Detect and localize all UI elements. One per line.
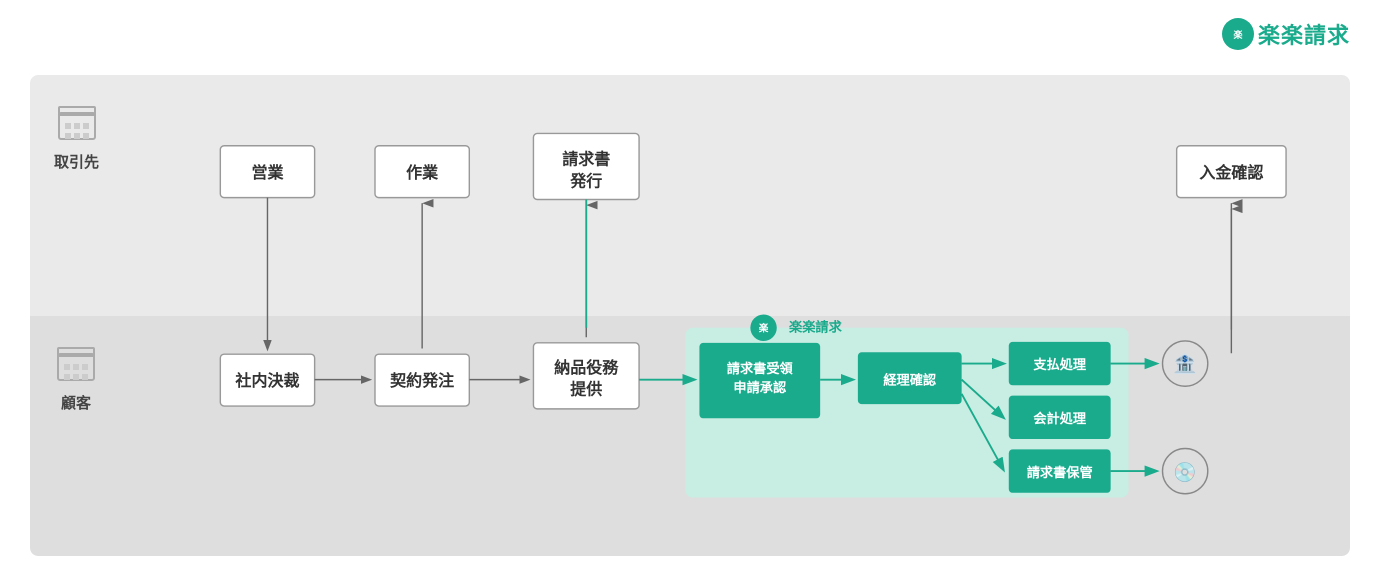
logo-area: 楽 楽楽請求 [1222, 18, 1350, 50]
seikyusho-hakko-label1: 請求書 [562, 150, 610, 169]
archive-icon: 💿 [1173, 461, 1196, 484]
diagram-wrapper: 取引先 顧客 営業 作業 請求書 発行 入金確認 [30, 75, 1350, 556]
seikyusho-hakko-label2: 発行 [569, 171, 602, 190]
hokan-label: 請求書保管 [1027, 464, 1093, 480]
juryo-label1: 請求書受領 [727, 360, 794, 376]
eigyo-label: 営業 [251, 163, 284, 182]
flow-svg: 営業 作業 請求書 発行 入金確認 社内決裁 契約発注 納品役務 提供 楽 楽楽… [30, 75, 1350, 556]
kaikei-label: 会計処理 [1033, 410, 1086, 426]
keiri-label: 経理確認 [883, 371, 937, 387]
juryo-label2: 申請承認 [733, 379, 787, 395]
rakuraku-badge-kanji: 楽 [759, 323, 769, 334]
logo-text: 楽楽請求 [1258, 18, 1350, 50]
nohin-label2: 提供 [570, 380, 602, 399]
svg-text:楽: 楽 [1233, 29, 1243, 40]
logo-icon: 楽 [1222, 18, 1254, 50]
nyukin-kakunin-label: 入金確認 [1199, 163, 1263, 182]
bank-icon: 🏦 [1173, 352, 1196, 375]
sagyo-label: 作業 [406, 163, 439, 182]
rakuraku-badge-text: 楽楽請求 [789, 319, 843, 335]
shanai-kesai-label: 社内決裁 [234, 371, 299, 390]
nohin-label1: 納品役務 [554, 358, 619, 377]
shiharai-label: 支払処理 [1032, 356, 1086, 372]
keiyaku-hacchu-label: 契約発注 [389, 371, 454, 390]
